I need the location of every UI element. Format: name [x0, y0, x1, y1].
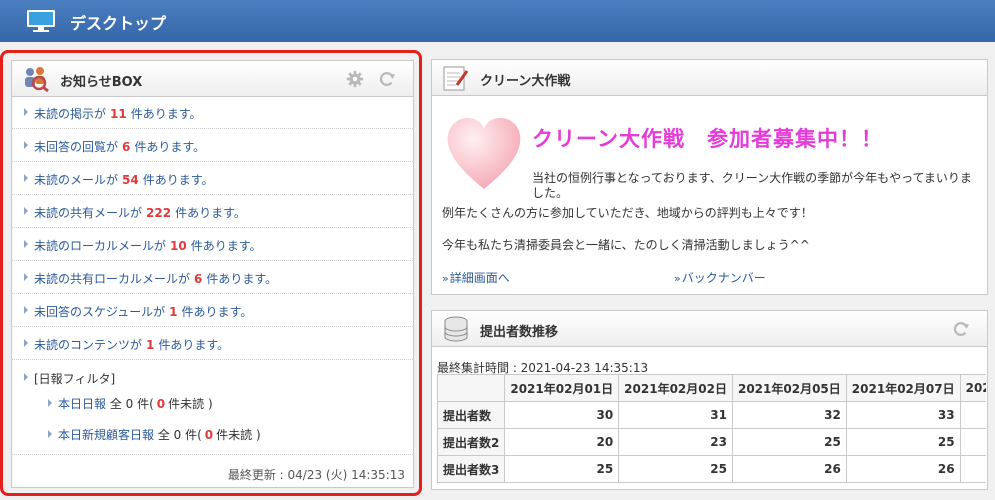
- clean-campaign-header: クリーン大作戦: [432, 60, 987, 96]
- table-cell: [959, 428, 986, 456]
- table-cell: 25: [618, 455, 733, 483]
- campaign-paragraph: 当社の恒例行事となっております、クリーン大作戦の季節が今年もやってまいりました。: [532, 171, 972, 200]
- table-cell: 23: [618, 428, 733, 456]
- campaign-headline: クリーン大作戦 参加者募集中！！: [532, 127, 883, 151]
- database-icon: [444, 316, 468, 342]
- detail-link[interactable]: 詳細画面へ: [442, 269, 510, 286]
- column-header: 2021年02月02日: [618, 374, 733, 402]
- table-header-row: 2021年02月01日 2021年02月02日 2021年02月05日 2021…: [437, 374, 986, 402]
- page-title: デスクトップ: [70, 14, 167, 33]
- table-cell: 20: [504, 428, 620, 456]
- submission-table: 2021年02月01日 2021年02月02日 2021年02月05日 2021…: [437, 374, 986, 483]
- column-header: 2021年02月05日: [731, 374, 847, 402]
- backnumber-link[interactable]: バックナンバー: [674, 269, 766, 286]
- monitor-icon: [27, 10, 55, 32]
- table-cell: 33: [845, 401, 961, 429]
- clean-campaign-body: クリーン大作戦 参加者募集中！！ 当社の恒例行事となっております、クリーン大作戦…: [432, 96, 987, 294]
- column-header: 2021: [959, 374, 986, 402]
- table-row: 提出者数2 20 23 25 25: [437, 428, 986, 456]
- table-row: 提出者数3 25 25 26 26: [437, 455, 986, 483]
- refresh-icon[interactable]: [952, 320, 970, 338]
- campaign-paragraph: 今年も私たち清掃委員会と一緒に、たのしく清掃活動しましょう^^: [442, 238, 810, 252]
- notepad-icon: [443, 66, 469, 91]
- row-header: 提出者数2: [437, 428, 506, 456]
- heart-icon: [447, 117, 521, 189]
- clean-campaign-title: クリーン大作戦: [480, 74, 571, 89]
- column-header: 2021年02月07日: [845, 374, 961, 402]
- table-cell: 32: [731, 401, 847, 429]
- column-header: 2021年02月01日: [504, 374, 620, 402]
- submission-table-wrap[interactable]: 2021年02月01日 2021年02月02日 2021年02月05日 2021…: [437, 374, 986, 486]
- table-cell: 30: [504, 401, 620, 429]
- row-header: 提出者数: [437, 401, 506, 429]
- table-cell: 25: [731, 428, 847, 456]
- table-row: 提出者数 30 31 32 33: [437, 401, 986, 429]
- table-cell: 25: [845, 428, 961, 456]
- campaign-paragraph: 例年たくさんの方に参加していただき、地域からの評判も上々です！: [442, 206, 813, 220]
- table-cell: [959, 455, 986, 483]
- table-cell: [959, 401, 986, 429]
- table-corner: [437, 374, 506, 402]
- table-cell: 25: [504, 455, 620, 483]
- table-cell: 26: [731, 455, 847, 483]
- table-cell: 26: [845, 455, 961, 483]
- submission-trend-header: 提出者数推移: [432, 311, 987, 347]
- submission-trend-title: 提出者数推移: [480, 325, 559, 340]
- top-bar: デスクトップ: [0, 0, 995, 42]
- highlight-frame: [0, 50, 422, 496]
- row-header: 提出者数3: [437, 455, 506, 483]
- table-cell: 31: [618, 401, 733, 429]
